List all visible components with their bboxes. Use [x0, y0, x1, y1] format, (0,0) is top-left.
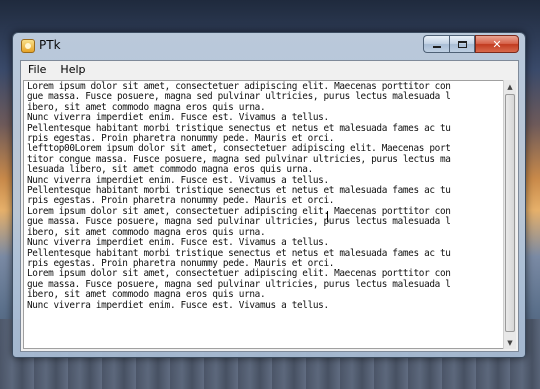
- text-line: Nunc viverra imperdiet enim. Fusce est. …: [27, 299, 329, 311]
- ptk-app-icon[interactable]: [21, 39, 35, 53]
- menu-file[interactable]: File: [21, 61, 53, 79]
- text-line: Nunc viverra imperdiet enim. Fusce est. …: [27, 237, 329, 249]
- scroll-up-arrow-icon[interactable]: ▲: [504, 80, 516, 93]
- scroll-down-arrow-icon[interactable]: ▼: [504, 336, 516, 349]
- app-window: PTk ✕ File Help Lorem ipsum dolor sit am…: [12, 32, 526, 358]
- vertical-scrollbar[interactable]: ▲ ▼: [503, 80, 516, 349]
- minimize-icon: [432, 46, 441, 48]
- menu-bar: File Help: [21, 61, 518, 79]
- client-area: File Help Lorem ipsum dolor sit amet, co…: [20, 60, 519, 352]
- title-bar[interactable]: PTk ✕: [13, 33, 525, 57]
- close-icon: ✕: [492, 37, 502, 51]
- close-button[interactable]: ✕: [475, 35, 519, 53]
- text-line: ibero, sit amet commodo magna eros quis …: [27, 289, 266, 301]
- caption-buttons: ✕: [423, 35, 519, 53]
- scroll-thumb[interactable]: [505, 94, 515, 332]
- text-cursor: [327, 211, 328, 222]
- minimize-button[interactable]: [423, 35, 449, 53]
- maximize-icon: [457, 40, 467, 48]
- menu-help[interactable]: Help: [53, 61, 92, 79]
- window-title: PTk: [39, 38, 61, 52]
- text-editor[interactable]: Lorem ipsum dolor sit amet, consectetuer…: [23, 80, 505, 349]
- text-lines: Lorem ipsum dolor sit amet, consectetuer…: [27, 81, 451, 311]
- maximize-button[interactable]: [449, 35, 475, 53]
